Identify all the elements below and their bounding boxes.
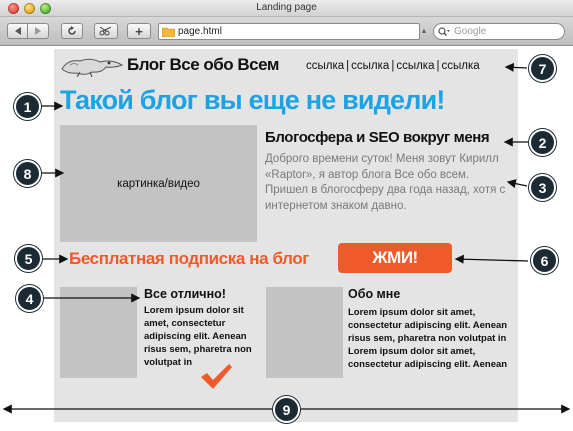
- arrow-7: [504, 62, 528, 72]
- annotation-badge-5: 5: [15, 245, 42, 272]
- annotation-badge-2: 2: [529, 129, 556, 156]
- annotation-badge-3: 3: [529, 174, 556, 201]
- annotation-badge-6: 6: [531, 247, 558, 274]
- annotation-badge-9: 9: [273, 396, 300, 423]
- arrow-3: [506, 179, 528, 189]
- annotation-arrows: [2, 62, 571, 414]
- arrow-6: [454, 254, 529, 264]
- annotation-badge-1: 1: [14, 93, 41, 120]
- annotation-badge-8: 8: [14, 160, 41, 187]
- annotation-badge-4: 4: [16, 285, 43, 312]
- annotation-badge-7: 7: [529, 55, 556, 82]
